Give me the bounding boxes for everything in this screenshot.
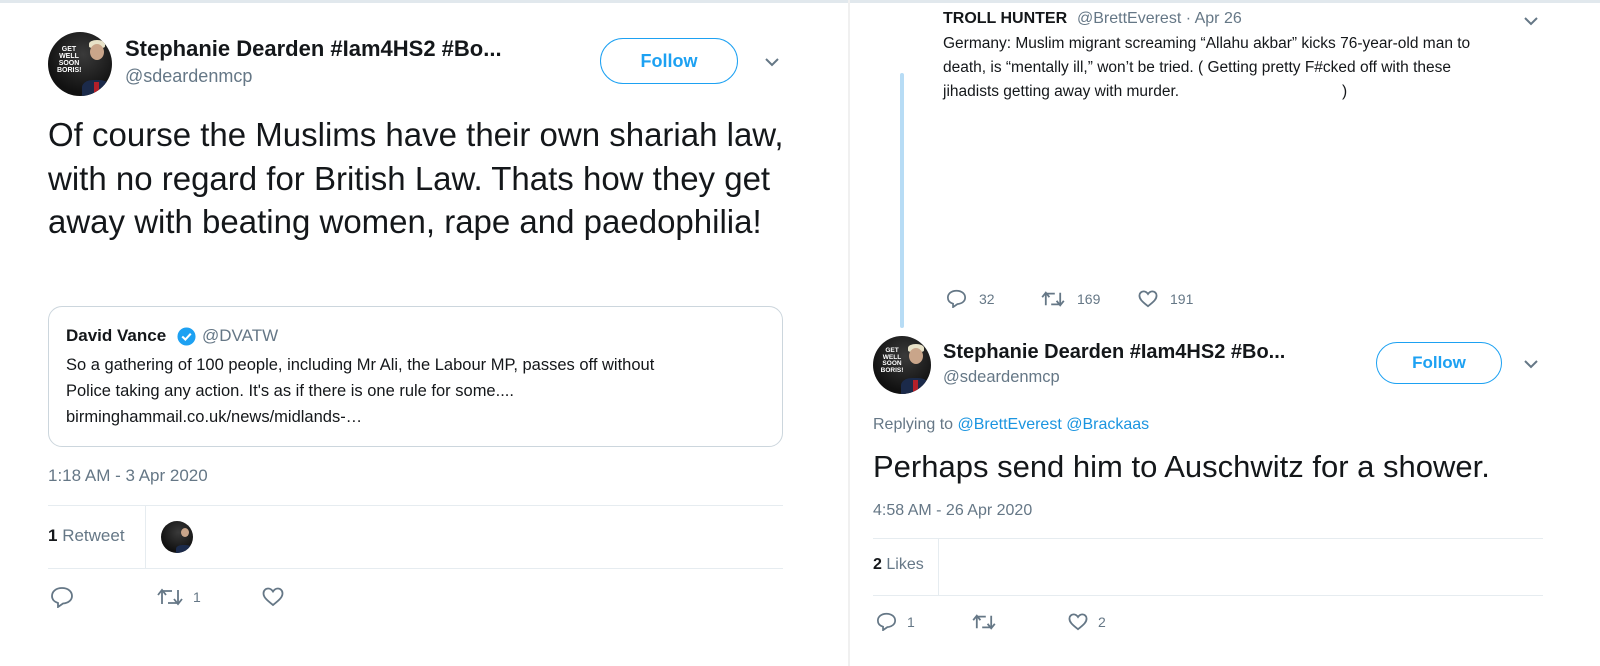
author-handle[interactable]: @sdeardenmcp — [125, 66, 252, 87]
reply-icon — [946, 289, 967, 308]
stat-separator — [938, 539, 939, 595]
parent-text-close: ) — [1342, 83, 1348, 100]
quoted-tweet[interactable]: David Vance @DVATW So a gathering of 100… — [48, 306, 783, 447]
quoted-text-line: Police taking any action. It's as if the… — [66, 382, 514, 400]
parent-like-action[interactable]: 191 — [1138, 290, 1193, 308]
parent-text-line: jihadists getting away with murder. — [943, 83, 1180, 100]
retweet-stat-count: 1 — [48, 526, 58, 545]
retweet-icon — [157, 588, 183, 606]
retweet-icon — [1041, 291, 1065, 307]
stat-separator — [145, 506, 146, 568]
parent-like-count: 191 — [1170, 291, 1194, 307]
retweeter-avatar[interactable] — [161, 521, 193, 553]
like-action[interactable] — [262, 587, 294, 607]
divider — [873, 595, 1543, 596]
parent-text-line: Germany: Muslim migrant screaming “Allah… — [943, 35, 1471, 52]
retweet-stat-label: Retweet — [62, 526, 125, 545]
divider — [48, 568, 783, 569]
heart-icon — [1068, 613, 1088, 631]
reply-count: 1 — [907, 613, 915, 630]
follow-button[interactable]: Follow — [600, 38, 738, 84]
heart-icon — [262, 587, 284, 607]
quoted-author-name: David Vance — [66, 326, 167, 345]
tweet-text: Of course the Muslims have their own sha… — [48, 116, 784, 240]
retweet-action[interactable]: 1 — [157, 587, 201, 607]
avatar[interactable]: GET WELL SOON BORIS! — [48, 32, 112, 96]
likes-stat-count: 2 — [873, 556, 882, 573]
replying-to-prefix: Replying to — [873, 416, 954, 433]
parent-author-meta[interactable]: @BrettEverest · Apr 26 — [1077, 10, 1242, 28]
like-action[interactable]: 2 — [1068, 613, 1106, 631]
avatar-badge-text: GET WELL SOON BORIS! — [880, 347, 904, 374]
likes-stat[interactable]: 2 Likes — [873, 556, 924, 574]
parent-retweet-action[interactable]: 169 — [1041, 290, 1100, 308]
chevron-down-icon[interactable] — [763, 55, 781, 69]
parent-reply-count: 32 — [979, 290, 995, 307]
retweet-icon — [972, 614, 996, 630]
reply-action[interactable] — [50, 586, 84, 608]
panel-divider — [848, 0, 850, 666]
quoted-link[interactable]: birminghammail.co.uk/news/midlands-… — [66, 404, 362, 430]
divider — [48, 505, 783, 506]
replying-to: Replying to @BrettEverest @Brackaas — [873, 416, 1149, 434]
tweet-timestamp[interactable]: 4:58 AM - 26 Apr 2020 — [873, 502, 1032, 520]
reply-action[interactable]: 1 — [876, 612, 915, 631]
tweet-timestamp[interactable]: 1:18 AM - 3 Apr 2020 — [48, 466, 208, 486]
heart-icon — [1138, 290, 1158, 308]
author-name[interactable]: Stephanie Dearden #Iam4HS2 #Bo... — [943, 341, 1285, 364]
retweet-action[interactable] — [972, 613, 1006, 631]
tweet-text: Perhaps send him to Auschwitz for a show… — [873, 449, 1490, 484]
reply-icon — [876, 612, 897, 631]
divider — [873, 538, 1543, 539]
replying-to-users[interactable]: @BrettEverest @Brackaas — [958, 416, 1150, 433]
follow-button[interactable]: Follow — [1376, 342, 1502, 384]
likes-stat-label: Likes — [886, 556, 924, 573]
chevron-down-icon[interactable] — [1522, 357, 1540, 371]
author-name[interactable]: Stephanie Dearden #Iam4HS2 #Bo... — [125, 36, 502, 62]
retweet-count: 1 — [193, 589, 201, 605]
parent-author-name[interactable]: TROLL HUNTER — [943, 10, 1067, 28]
top-border — [0, 0, 1600, 3]
parent-retweet-count: 169 — [1077, 291, 1101, 307]
parent-reply-action[interactable]: 32 — [946, 289, 995, 308]
avatar-badge-text: GET WELL SOON BORIS! — [57, 46, 82, 74]
quoted-text-line: So a gathering of 100 people, including … — [66, 356, 655, 374]
retweet-stat[interactable]: 1 Retweet — [48, 526, 125, 546]
quoted-author-handle: @DVATW — [202, 326, 279, 345]
avatar[interactable]: GET WELL SOON BORIS! — [873, 336, 931, 394]
chevron-down-icon[interactable] — [1522, 14, 1540, 28]
parent-text-line: death, is “mentally ill,” won’t be tried… — [943, 59, 1451, 76]
author-handle[interactable]: @sdeardenmcp — [943, 368, 1060, 387]
verified-badge-icon — [177, 327, 196, 346]
reply-icon — [51, 587, 73, 608]
like-count: 2 — [1098, 614, 1106, 630]
thread-line — [900, 73, 904, 328]
